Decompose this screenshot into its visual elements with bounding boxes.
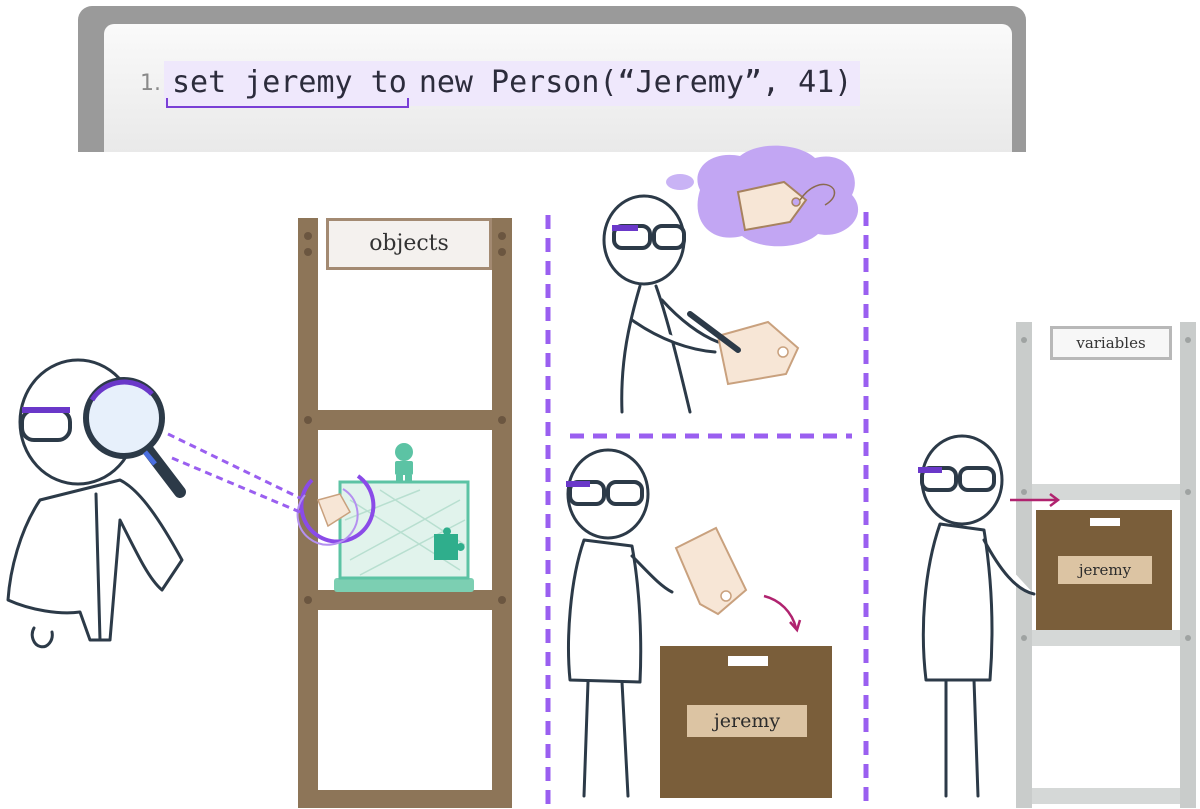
box-handle-small [1090,518,1120,526]
objects-shelf-board-3 [318,790,492,808]
objects-sign: objects [326,218,492,270]
person-object [296,443,474,592]
box-label-floor: jeremy [687,705,807,737]
dropping-tag-icon [674,526,748,616]
magnifier-sight-lines [167,432,301,514]
scientist-labeling [566,448,674,798]
objects-shelf-right-post [492,218,512,808]
objects-shelf-board-1 [318,410,492,430]
illustration [6,145,1196,808]
box-handle [728,656,768,666]
box-label-shelf: jeremy [1058,556,1152,584]
objects-shelf-board-2 [318,590,492,610]
thought-bubble [666,145,859,247]
figurine-icon [395,443,413,483]
variables-sign: variables [1050,326,1172,360]
